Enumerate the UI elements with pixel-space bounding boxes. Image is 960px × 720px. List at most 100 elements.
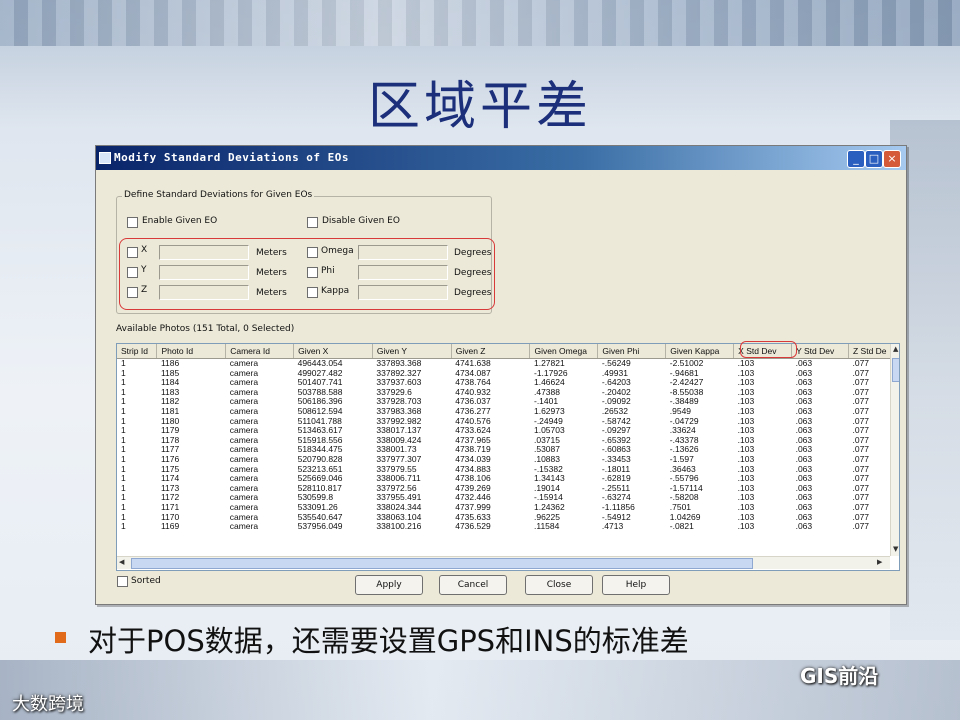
table-row[interactable]: 1 1173 camera 528110.817 337972.56 4739.269 .1… (117, 484, 899, 494)
maximize-button[interactable]: □ (865, 150, 883, 168)
y-std-dev-input[interactable] (159, 265, 249, 280)
table-cell: 1175 (160, 464, 180, 474)
omega-checkbox[interactable] (307, 247, 318, 258)
table-row[interactable]: 1 1177 camera 518344.475 338001.73 4738.719 .5… (117, 445, 899, 455)
horizontal-scroll-thumb[interactable] (131, 558, 753, 569)
table-cell: 1.24362 (533, 502, 565, 512)
table-row[interactable]: 1 1175 camera 523213.651 337979.55 4734.883 -.… (117, 465, 899, 475)
cancel-button[interactable]: Cancel (439, 575, 507, 595)
apply-button[interactable]: Apply (355, 575, 423, 595)
help-button[interactable]: Help (602, 575, 670, 595)
column-header[interactable]: Photo Id (156, 344, 227, 359)
table-cell: -1.11856 (601, 502, 635, 512)
column-header[interactable]: Y Std Dev (791, 344, 849, 359)
x-std-dev-input[interactable] (159, 245, 249, 260)
table-cell: -.54912 (601, 512, 631, 522)
close-button[interactable]: Close (525, 575, 593, 595)
table-cell: -.38489 (669, 397, 699, 407)
minimize-button[interactable]: _ (847, 150, 865, 168)
table-cell: 338006.711 (376, 474, 421, 484)
column-header[interactable]: Given Y (372, 344, 452, 359)
y-unit: Meters (256, 268, 287, 278)
table-row[interactable]: 1 1183 camera 503788.588 337929.6 4740.932 .47… (117, 388, 899, 398)
table-cell: -.20402 (601, 387, 631, 397)
horizontal-scrollbar[interactable]: ◀ ▶ (117, 556, 890, 569)
table-cell: 4732.446 (455, 493, 491, 503)
column-header[interactable]: Given Phi (597, 344, 667, 359)
x-label: X (141, 245, 148, 255)
table-cell: 1183 (160, 387, 180, 397)
table-cell: 337983.368 (376, 406, 422, 416)
enable-given-eo-label: Enable Given EO (142, 216, 218, 226)
table-cell: camera (229, 416, 259, 426)
dialog-titlebar[interactable]: Modify Standard Deviations of EOs _ □ × (96, 146, 906, 170)
column-header[interactable]: Camera Id (225, 344, 295, 359)
column-header[interactable]: Strip Id (117, 344, 158, 359)
table-cell: camera (229, 512, 259, 522)
table-cell: -.56249 (601, 358, 631, 368)
table-cell: 4741.638 (455, 358, 491, 368)
vertical-scrollbar[interactable]: ▲ ▼ (890, 344, 899, 556)
table-cell: 337892.327 (376, 368, 422, 378)
table-row[interactable]: 1 1176 camera 520790.828 337977.307 4734.039.… (117, 455, 899, 465)
y-checkbox[interactable] (127, 267, 138, 278)
table-row[interactable]: 1 1185 camera 499027.482 337892.327 4734.087 -… (117, 369, 899, 379)
table-cell: 4734.087 (455, 368, 491, 378)
table-row[interactable]: 1 1170 camera 535540.647 338063.104 4735.633.… (117, 513, 899, 523)
table-cell: .063 (795, 368, 813, 378)
table-cell: 1174 (160, 474, 180, 484)
table-cell: 1170 (160, 512, 180, 522)
table-row[interactable]: 1 1180 camera 511041.788 337992.982 4740.576 -… (117, 417, 899, 427)
column-header[interactable]: Given Z (451, 344, 531, 359)
table-cell: 1 (121, 406, 126, 416)
slide-top-band (0, 0, 960, 46)
table-row[interactable]: 1 1181 camera 508612.594 337983.368 4736.277 1… (117, 407, 899, 417)
table-cell: 4736.037 (455, 397, 491, 407)
table-cell: -.55796 (669, 474, 699, 484)
scroll-left-icon[interactable]: ◀ (119, 558, 124, 566)
disable-given-eo-checkbox[interactable] (307, 217, 318, 228)
z-std-dev-input[interactable] (159, 285, 249, 300)
z-checkbox[interactable] (127, 287, 138, 298)
table-cell: .103 (737, 387, 755, 397)
table-row[interactable]: 1 1184 camera 501407.741 337937.603 4738.764 1… (117, 378, 899, 388)
table-cell: 533091.26 (297, 502, 338, 512)
scroll-down-icon[interactable]: ▼ (893, 545, 898, 553)
table-row[interactable]: 1 1174 camera 525669.046 338006.711 4738.106 1… (117, 474, 899, 484)
column-header[interactable]: Given Omega (529, 344, 599, 359)
table-cell: .96225 (533, 512, 560, 522)
vertical-scroll-thumb[interactable] (892, 358, 899, 382)
table-cell: 530599.8 (297, 493, 334, 503)
enable-given-eo-checkbox[interactable] (127, 217, 138, 228)
scroll-up-icon[interactable]: ▲ (893, 345, 898, 353)
phi-std-dev-input[interactable] (358, 265, 448, 280)
table-cell: 338063.104 (376, 512, 422, 522)
table-row[interactable]: 1 1186 camera 496443.054 337893.368 4741.638 1… (117, 359, 899, 369)
x-checkbox[interactable] (127, 247, 138, 258)
table-row[interactable]: 1 1172 camera 530599.8 337955.491 4732.446 -.1… (117, 493, 899, 503)
column-header[interactable]: Given X (293, 344, 373, 359)
column-header[interactable]: Given Kappa (665, 344, 735, 359)
table-cell: 337992.982 (376, 416, 422, 426)
table-cell: 528110.817 (297, 483, 342, 493)
table-cell: 1 (121, 426, 126, 436)
kappa-std-dev-input[interactable] (358, 285, 448, 300)
table-cell: .47388 (533, 387, 560, 397)
kappa-checkbox[interactable] (307, 287, 318, 298)
table-row[interactable]: 1 1171 camera 533091.26 338024.344 4737.999 1.… (117, 503, 899, 513)
table-cell: .063 (795, 474, 813, 484)
omega-std-dev-input[interactable] (358, 245, 448, 260)
table-cell: camera (229, 358, 259, 368)
phi-checkbox[interactable] (307, 267, 318, 278)
scroll-right-icon[interactable]: ▶ (877, 558, 882, 566)
close-window-button[interactable]: × (883, 150, 901, 168)
z-label: Z (141, 285, 148, 295)
sorted-checkbox[interactable] (117, 576, 128, 587)
table-row[interactable]: 1 1178 camera 515918.556 338009.424 4737.965.… (117, 436, 899, 446)
table-cell: 1185 (160, 368, 180, 378)
table-row[interactable]: 1 1169 camera 537956.049 338100.216 4736.529.… (117, 522, 899, 532)
table-row[interactable]: 1 1179 camera 513463.617 338017.137 4733.624 1… (117, 426, 899, 436)
table-cell: 1169 (160, 522, 180, 532)
table-cell: -2.51002 (669, 358, 704, 368)
table-row[interactable]: 1 1182 camera 506186.396 337928.703 4736.037 -… (117, 397, 899, 407)
